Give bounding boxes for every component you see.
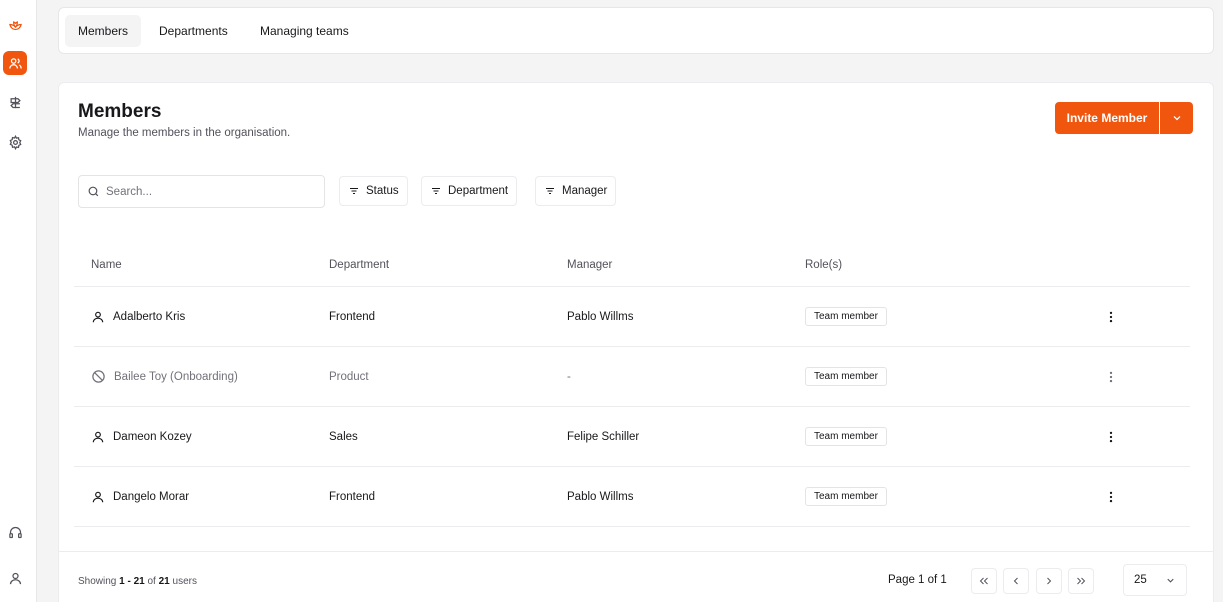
top-tab-bar: Members Departments Managing teams [58,7,1214,54]
table-row[interactable]: Dameon Kozey Sales Felipe Schiller Team … [74,407,1190,467]
name-cell: Adalberto Kris [91,310,185,324]
page-title: Members [78,101,162,122]
name-cell: Bailee Toy (Onboarding) [91,369,238,384]
invite-options-button[interactable] [1160,102,1193,134]
showing-prefix: Showing [78,576,120,587]
filter-manager-button[interactable]: Manager [535,176,617,206]
member-department: Product [329,370,369,383]
tab-managing-teams[interactable]: Managing teams [247,15,362,47]
sidebar [0,0,37,602]
member-department: Sales [329,430,358,443]
member-name: Dangelo Morar [113,490,190,503]
chevron-right-icon [1047,577,1052,585]
column-header-manager[interactable]: Manager [567,259,612,271]
filter-icon [546,188,554,194]
table-footer: Showing 1 - 21 of 21 users Page 1 of 1 2… [59,551,1213,602]
members-table: Name Department Manager Role(s) Adalbert… [74,243,1190,527]
member-name: Dameon Kozey [113,430,192,443]
user-icon [92,491,104,502]
table-row[interactable]: Bailee Toy (Onboarding) Product - Team m… [74,347,1190,407]
page-subtitle: Manage the members in the organisation. [78,127,291,139]
previous-page-button[interactable] [1003,568,1029,594]
showing-count: Showing 1 - 21 of 21 users [78,576,197,587]
member-name: Bailee Toy (Onboarding) [114,370,238,383]
search-input[interactable] [106,185,306,198]
role-badge: Team member [805,307,887,326]
role-badge: Team member [805,367,887,386]
headset-icon[interactable] [3,520,27,544]
next-page-button[interactable] [1036,568,1062,594]
user-profile-icon[interactable] [3,566,27,590]
showing-suffix: users [169,576,197,587]
filter-label: Status [366,185,399,197]
rows-per-page-select[interactable]: 25 [1123,564,1187,596]
column-header-roles[interactable]: Role(s) [805,259,842,271]
last-page-button[interactable] [1068,568,1094,594]
member-department: Frontend [329,310,376,323]
column-header-department[interactable]: Department [329,259,389,271]
search-box[interactable] [78,175,325,208]
users-icon[interactable] [3,51,27,75]
page-info: Page 1 of 1 [888,574,947,586]
member-name: Adalberto Kris [113,310,186,323]
chevron-left-icon [1013,577,1018,585]
table-row[interactable]: Adalberto Kris Frontend Pablo Willms Tea… [74,287,1190,347]
more-vertical-icon[interactable] [1104,430,1118,444]
member-manager: Pablo Willms [567,310,634,323]
more-vertical-icon[interactable] [1104,370,1118,384]
showing-of: of [144,576,159,587]
filter-icon [350,188,358,194]
user-icon [92,311,104,322]
member-manager: - [567,370,571,383]
table-header: Name Department Manager Role(s) [74,243,1190,287]
more-vertical-icon[interactable] [1104,310,1118,324]
showing-total: 21 [158,576,170,587]
table-row[interactable]: Dangelo Morar Frontend Pablo Willms Team… [74,467,1190,527]
search-icon [88,186,99,197]
invite-member-group: Invite Member [1055,102,1193,134]
role-badge: Team member [805,427,887,446]
more-vertical-icon[interactable] [1104,490,1118,504]
column-header-name[interactable]: Name [91,259,122,271]
name-cell: Dangelo Morar [91,490,189,504]
role-badge: Team member [805,487,887,506]
chevrons-right-icon [1077,577,1086,585]
rows-per-page-value: 25 [1134,574,1147,586]
member-department: Frontend [329,490,376,503]
user-icon [92,431,104,442]
chevron-down-icon [1173,116,1180,121]
filter-icon [432,188,440,194]
filter-department-button[interactable]: Department [421,176,518,206]
name-cell: Dameon Kozey [91,430,192,444]
signpost-icon[interactable] [3,90,27,114]
logo-icon[interactable] [3,12,27,36]
chevron-down-icon [1167,578,1174,583]
tab-members[interactable]: Members [65,15,142,47]
member-manager: Pablo Willms [567,490,634,503]
member-manager: Felipe Schiller [567,430,640,443]
first-page-button[interactable] [971,568,997,594]
showing-range: 1 - 21 [119,576,145,587]
filter-label: Manager [562,185,608,197]
filter-label: Department [448,185,509,197]
user-off-icon [92,370,105,383]
chevrons-left-icon [979,577,988,585]
tab-departments[interactable]: Departments [146,15,241,47]
members-panel: Members Manage the members in the organi… [58,82,1214,602]
gear-icon[interactable] [3,130,27,154]
invite-member-button[interactable]: Invite Member [1055,102,1159,134]
filter-status-button[interactable]: Status [339,176,408,206]
